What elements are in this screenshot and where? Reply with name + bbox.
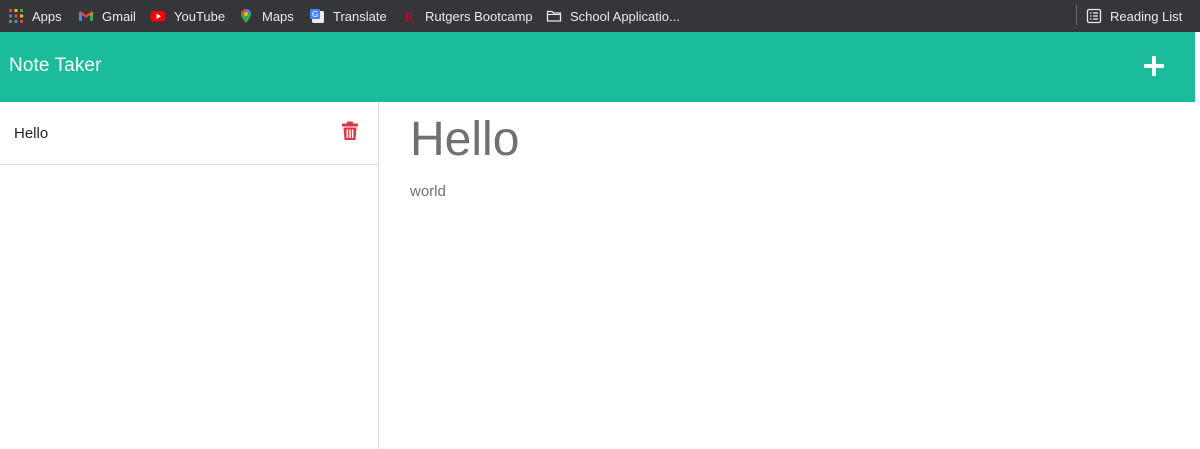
youtube-icon — [150, 8, 166, 24]
bookmark-school-label: School Applicatio... — [570, 8, 680, 24]
translate-icon: G — [309, 8, 325, 24]
bookmark-gmail[interactable]: Gmail — [72, 4, 142, 28]
bookmark-folder-school[interactable]: School Applicatio... — [540, 4, 686, 28]
bookmark-rutgers-label: Rutgers Bootcamp — [425, 8, 533, 24]
reading-list-button[interactable]: Reading List — [1080, 4, 1188, 28]
note-title-field[interactable]: Hello — [410, 112, 519, 167]
navbar: Note Taker — [0, 32, 1195, 102]
plus-icon[interactable] — [1140, 52, 1168, 80]
reading-list-label: Reading List — [1110, 8, 1183, 24]
bookmark-maps[interactable]: Maps — [232, 4, 300, 28]
svg-text:G: G — [312, 10, 318, 19]
trash-icon[interactable] — [341, 121, 359, 141]
note-list: Hello — [0, 102, 379, 449]
folder-icon — [546, 8, 562, 24]
bookmark-translate-label: Translate — [333, 8, 387, 24]
bookmark-maps-label: Maps — [262, 8, 294, 24]
note-text-field[interactable]: world — [410, 183, 446, 200]
apps-grid-icon — [8, 8, 24, 24]
reading-list-icon — [1086, 8, 1102, 24]
bookmark-rutgers[interactable]: R Rutgers Bootcamp — [395, 4, 539, 28]
list-item[interactable]: Hello — [0, 102, 378, 165]
maps-pin-icon — [238, 8, 254, 24]
navbar-brand[interactable]: Note Taker — [9, 55, 102, 77]
bookmark-apps-label: Apps — [32, 8, 62, 24]
note-list-title[interactable]: Hello — [14, 125, 48, 142]
page-right-edge — [1195, 32, 1200, 449]
bookmark-gmail-label: Gmail — [102, 8, 136, 24]
bookmark-translate[interactable]: G Translate — [303, 4, 393, 28]
bookmarks-bar: Apps Gmail YouTube Maps G Translate R Ru… — [0, 0, 1200, 32]
bookmark-youtube[interactable]: YouTube — [144, 4, 231, 28]
bookmarks-divider — [1076, 5, 1077, 25]
rutgers-r-icon: R — [401, 8, 417, 26]
gmail-icon — [78, 8, 94, 24]
bookmark-youtube-label: YouTube — [174, 8, 226, 24]
svg-text:R: R — [404, 10, 414, 24]
bookmark-apps[interactable]: Apps — [2, 4, 68, 28]
